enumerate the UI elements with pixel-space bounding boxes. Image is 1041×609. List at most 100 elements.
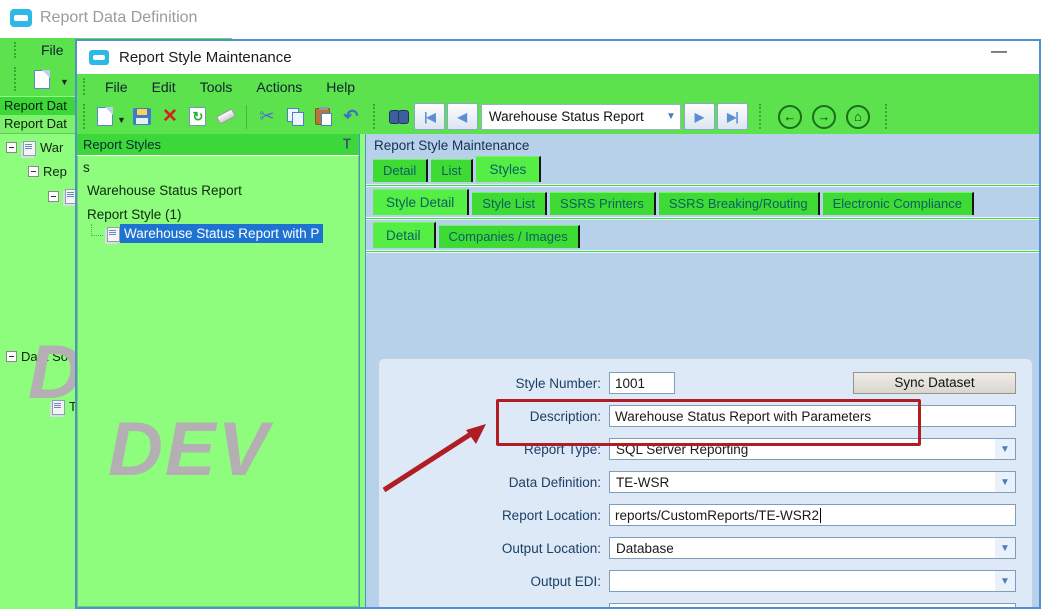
- selected-node-label: Warehouse Status Report with P: [120, 224, 324, 243]
- style-detail-group-box: Style Number: Sync Dataset Description: …: [378, 358, 1033, 607]
- paste-icon[interactable]: [311, 105, 335, 129]
- chevron-down-icon[interactable]: ▼: [60, 77, 69, 87]
- description-label: Description:: [529, 408, 601, 424]
- chevron-down-icon[interactable]: ▼: [662, 111, 680, 122]
- chevron-down-icon[interactable]: ▼: [995, 571, 1015, 591]
- menu-help[interactable]: Help: [316, 77, 365, 97]
- tree-node-label: Rep: [43, 164, 67, 179]
- tree-node[interactable]: War: [6, 140, 64, 156]
- report-options-label: Report Options:: [379, 607, 609, 608]
- nav-last-button[interactable]: ▶|: [716, 103, 748, 130]
- collapse-icon[interactable]: [6, 142, 17, 153]
- toolbar-separator: [245, 104, 247, 129]
- tab-ssrs-breaking-routing[interactable]: SSRS Breaking/Routing: [658, 192, 820, 215]
- report-doc-icon: [21, 140, 36, 156]
- tab-ssrs-printers[interactable]: SSRS Printers: [550, 192, 656, 215]
- chevron-down-icon[interactable]: ▼: [995, 439, 1015, 459]
- report-location-input[interactable]: reports/CustomReports/TE-WSR2: [609, 504, 1016, 526]
- pin-icon[interactable]: [341, 138, 353, 152]
- report-options-input[interactable]: [609, 603, 1016, 607]
- window-titlebar[interactable]: Report Style Maintenance —: [77, 41, 1039, 74]
- toolbar-grip: [14, 41, 18, 59]
- tree-node[interactable]: Rep: [28, 164, 67, 179]
- collapse-icon[interactable]: [28, 166, 39, 177]
- eraser-icon[interactable]: [214, 105, 238, 129]
- tab-styles[interactable]: Styles: [476, 156, 542, 182]
- chevron-down-icon[interactable]: ▼: [995, 472, 1015, 492]
- output-location-value: Database: [616, 540, 674, 556]
- form-row-report-options: Report Options:: [379, 603, 1016, 607]
- tab-separator: [366, 217, 1039, 220]
- refresh-icon[interactable]: ↻: [186, 105, 210, 129]
- tree-node[interactable]: Report Style (1): [87, 207, 182, 222]
- toolbar-grip: [758, 104, 763, 129]
- record-selector-value: Warehouse Status Report: [488, 109, 644, 124]
- tab-electronic-compliance[interactable]: Electronic Compliance: [822, 192, 974, 215]
- desktop-title: Report Data Definition: [40, 9, 198, 26]
- report-type-value: SQL Server Reporting: [616, 441, 749, 457]
- tree-node[interactable]: Warehouse Status Report: [87, 183, 242, 198]
- report-styles-tree: s Warehouse Status Report Report Style (…: [77, 155, 359, 607]
- undo-icon[interactable]: ↶: [339, 105, 363, 129]
- tree-node[interactable]: [48, 189, 78, 204]
- nav-first-button[interactable]: |◀: [413, 103, 445, 130]
- cut-icon[interactable]: ✂: [255, 105, 279, 129]
- panel-title: Report Styles: [83, 137, 162, 152]
- copy-icon[interactable]: [283, 105, 307, 129]
- menu-actions[interactable]: Actions: [246, 77, 312, 97]
- toolbar-grip: [14, 67, 18, 91]
- collapse-icon[interactable]: [6, 351, 17, 362]
- style-detail-panel: Report Style Maintenance Detail List Sty…: [365, 134, 1039, 607]
- tree-connector: [91, 223, 103, 236]
- tab-style-detail[interactable]: Style Detail: [373, 189, 470, 215]
- collapse-icon[interactable]: [48, 190, 59, 202]
- chevron-down-icon[interactable]: ▼: [995, 538, 1015, 558]
- form-row-description: Description:: [379, 405, 1016, 427]
- tab-row-level1: Detail List Styles: [366, 156, 1039, 182]
- chevron-down-icon[interactable]: ▼: [117, 115, 126, 125]
- nav-next-button[interactable]: ▶: [683, 103, 715, 130]
- tab-detail[interactable]: Detail: [373, 159, 429, 182]
- description-input[interactable]: [609, 405, 1016, 427]
- dev-watermark: DEV: [108, 407, 271, 492]
- output-edi-dropdown[interactable]: ▼: [609, 570, 1016, 592]
- tree-node-label: War: [40, 140, 64, 155]
- back-icon[interactable]: ←: [777, 104, 802, 129]
- bg-menu-file[interactable]: File: [38, 41, 67, 59]
- report-doc-icon: [105, 226, 120, 242]
- new-document-icon[interactable]: [30, 67, 54, 91]
- tab-row-level2: Style Detail Style List SSRS Printers SS…: [366, 189, 1039, 215]
- home-icon[interactable]: ⌂: [845, 104, 870, 129]
- tab-separator: [366, 184, 1039, 187]
- style-number-input[interactable]: [609, 372, 675, 394]
- toolbar-grip: [83, 104, 87, 129]
- toolbar: ▼ ✕ ↻ ✂ ↶ |◀ ◀ Warehouse Status Report ▼…: [77, 99, 1039, 134]
- sync-dataset-button[interactable]: Sync Dataset: [853, 372, 1016, 394]
- tab-style-list[interactable]: Style List: [472, 192, 548, 215]
- menu-file[interactable]: File: [95, 77, 138, 97]
- tab-companies-images[interactable]: Companies / Images: [438, 225, 580, 248]
- report-style-maintenance-window: Report Style Maintenance — File Edit Too…: [75, 39, 1041, 609]
- menu-tools[interactable]: Tools: [190, 77, 243, 97]
- menu-edit[interactable]: Edit: [142, 77, 186, 97]
- output-location-label: Output Location:: [501, 540, 601, 556]
- tree-node-selected[interactable]: Warehouse Status Report with P: [91, 223, 324, 243]
- tab-list[interactable]: List: [431, 159, 474, 182]
- new-document-icon[interactable]: [93, 105, 117, 129]
- minimize-button[interactable]: —: [991, 43, 1007, 61]
- report-styles-panel: Report Styles s Warehouse Status Report …: [77, 134, 360, 607]
- forward-icon[interactable]: →: [811, 104, 836, 129]
- report-location-label: Report Location:: [501, 507, 601, 523]
- output-location-dropdown[interactable]: Database ▼: [609, 537, 1016, 559]
- delete-icon[interactable]: ✕: [158, 105, 182, 129]
- nav-previous-button[interactable]: ◀: [446, 103, 478, 130]
- tab-detail-inner[interactable]: Detail: [373, 222, 436, 248]
- tree-node[interactable]: s: [83, 160, 90, 175]
- record-selector-combo[interactable]: Warehouse Status Report ▼: [480, 103, 681, 130]
- report-type-dropdown[interactable]: SQL Server Reporting ▼: [609, 438, 1016, 460]
- output-edi-label: Output EDI:: [530, 573, 601, 589]
- data-definition-dropdown[interactable]: TE-WSR ▼: [609, 471, 1016, 493]
- form-row-output-edi: Output EDI: ▼: [379, 570, 1016, 592]
- find-icon[interactable]: [387, 105, 411, 129]
- save-icon[interactable]: [130, 105, 154, 129]
